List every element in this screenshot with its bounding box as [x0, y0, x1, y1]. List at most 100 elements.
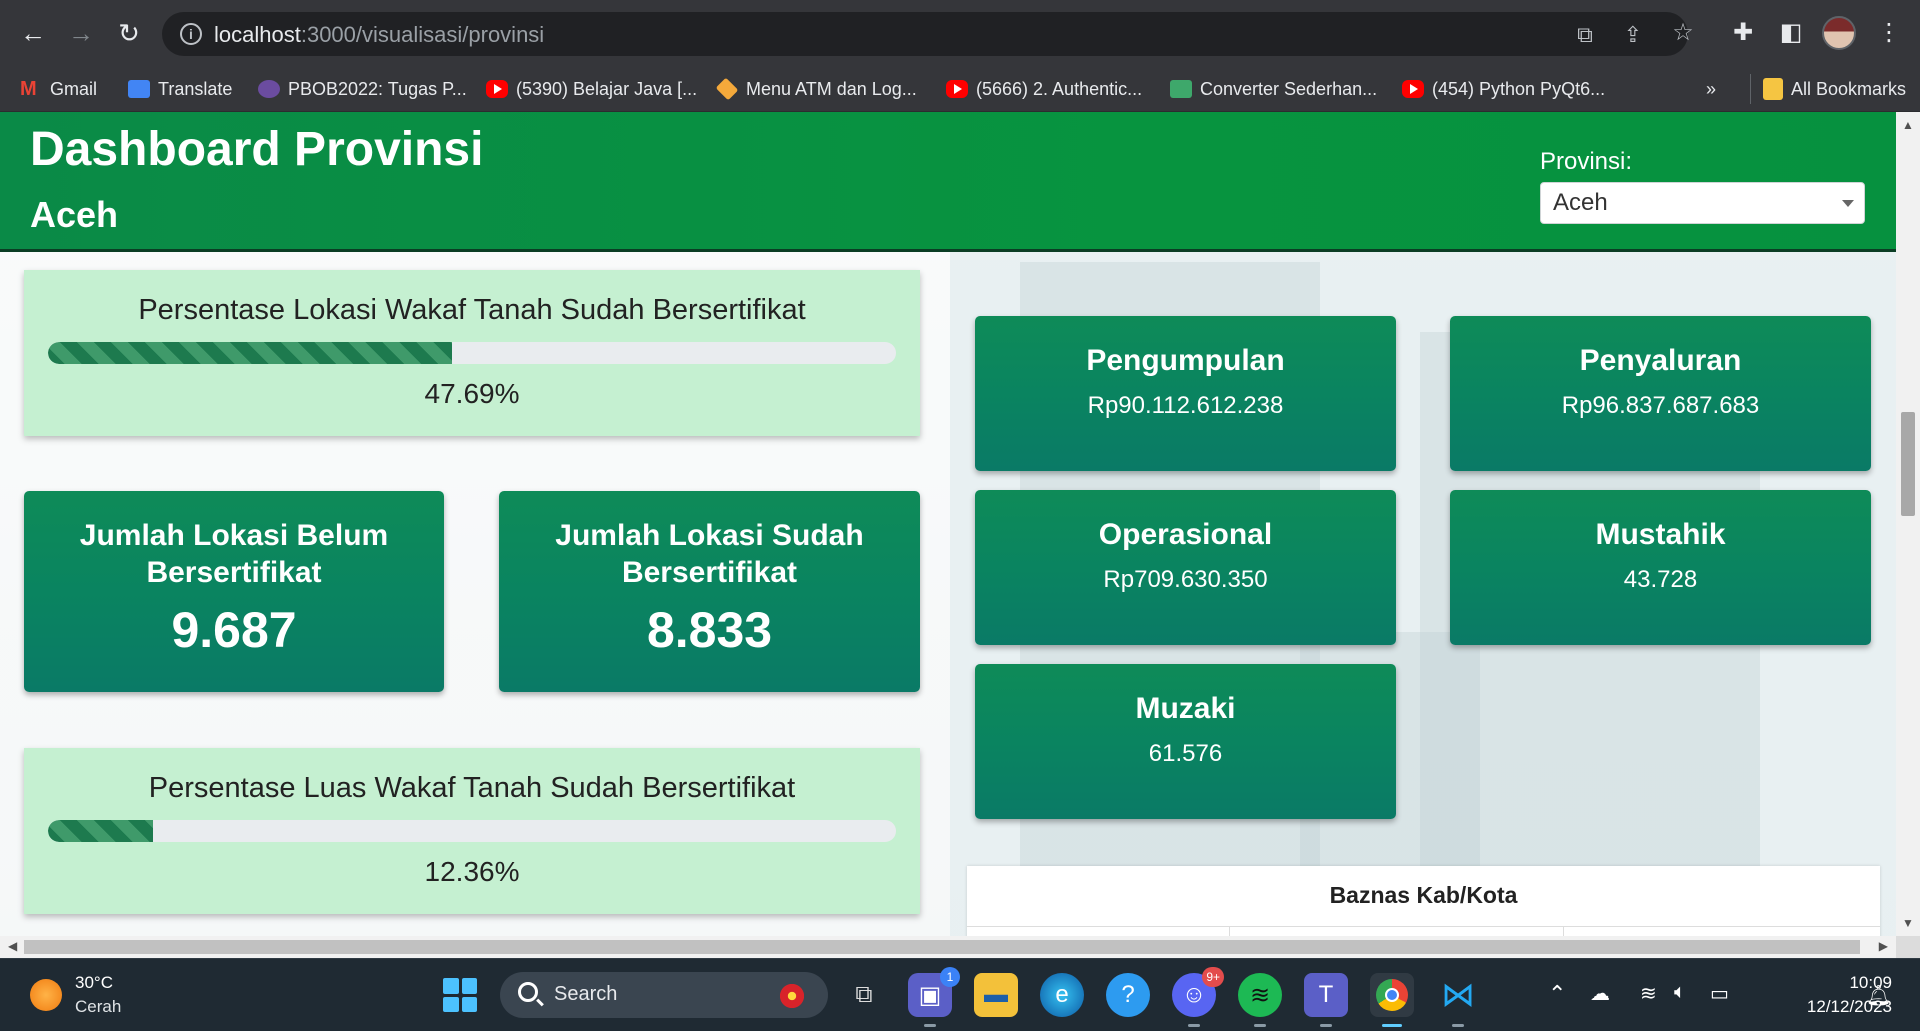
back-arrow-icon[interactable]: ← [14, 14, 52, 52]
luas-progress-title: Persentase Luas Wakaf Tanah Sudah Berser… [148, 772, 796, 804]
site-info-icon[interactable]: i [180, 23, 202, 45]
scroll-corner [1896, 936, 1920, 958]
luas-progress-value: 12.36% [424, 856, 520, 887]
teams-icon[interactable]: T [1304, 973, 1348, 1027]
folder-icon [1763, 78, 1783, 100]
spotify-icon[interactable]: ≋ [1238, 973, 1282, 1027]
youtube-icon [486, 80, 508, 98]
penyaluran-card: Penyaluran Rp96.837.687.683 [1450, 316, 1871, 471]
url-text[interactable]: localhost:3000/visualisasi/provinsi [214, 22, 544, 48]
page-viewport: Dashboard Provinsi Aceh Provinsi: Aceh P… [0, 112, 1896, 936]
bookmark-authentic[interactable]: (5666) 2. Authentic... [946, 74, 1142, 104]
weather-description[interactable]: Cerah [75, 997, 121, 1017]
muzaki-title: Muzaki [1135, 692, 1236, 725]
muzaki-value: 61.576 [1148, 740, 1223, 767]
box-icon [715, 77, 739, 101]
pengumpulan-value: Rp90.112.612.238 [1087, 392, 1284, 419]
menu-kebab-icon[interactable]: ⋮ [1870, 14, 1908, 52]
luas-progress-card: Persentase Luas Wakaf Tanah Sudah Berser… [24, 748, 920, 914]
bookmark-belajar-java[interactable]: (5390) Belajar Java [... [486, 74, 697, 104]
bookmark-menu-atm[interactable]: Menu ATM dan Log... [715, 74, 917, 104]
chrome-logo [1376, 979, 1408, 1011]
search-placeholder: Search [554, 983, 618, 1005]
sudah-card-value: 8.833 [646, 602, 773, 658]
bookmark-gmail[interactable]: M Gmail [20, 74, 97, 104]
start-button[interactable] [438, 973, 482, 1017]
tray-chevron-up-icon[interactable]: ⌃ [1548, 981, 1566, 1007]
onedrive-icon[interactable]: ☁ [1590, 981, 1610, 1006]
mustahik-card: Mustahik 43.728 [1450, 490, 1871, 645]
poinsettia-icon [778, 982, 806, 1010]
vertical-scrollbar[interactable]: ▲ ▼ [1896, 112, 1920, 936]
weather-sun-icon[interactable] [30, 979, 62, 1011]
dashboard-header: Dashboard Provinsi Aceh Provinsi: Aceh [0, 112, 1896, 252]
forward-arrow-icon[interactable]: → [62, 14, 100, 52]
side-panel-icon[interactable]: ◧ [1772, 14, 1810, 52]
operasional-card: Operasional Rp709.630.350 [975, 490, 1396, 645]
pengumpulan-card: Pengumpulan Rp90.112.612.238 [975, 316, 1396, 471]
muzaki-card: Muzaki 61.576 [975, 664, 1396, 819]
search-icon [518, 982, 538, 1002]
translate-icon [128, 80, 150, 98]
scroll-down-arrow-icon[interactable]: ▼ [1902, 916, 1914, 930]
more-bookmarks-button[interactable]: » [1706, 74, 1716, 104]
pengumpulan-title: Pengumpulan [1086, 344, 1285, 377]
wifi-icon[interactable]: ≋ [1640, 981, 1657, 1006]
address-bar[interactable]: i localhost:3000/visualisasi/provinsi ⧉ … [162, 12, 1688, 56]
horizontal-scrollbar[interactable]: ◀ ▶ [0, 936, 1896, 958]
lokasi-progress-bar [48, 342, 896, 364]
windows-taskbar: 30°C Cerah Search ⧉ ▣ 1 ▬ e ? ☺ 9+ ≋ T ⋈ ⌃… [0, 958, 1920, 1031]
chevron-down-icon [1842, 200, 1854, 207]
extensions-puzzle-icon[interactable]: ✚ [1724, 14, 1762, 52]
bookmark-python-pyqt6[interactable]: (454) Python PyQt6... [1402, 74, 1605, 104]
table-column-divider [1229, 926, 1230, 936]
translate-page-icon[interactable]: ⧉ [1572, 22, 1598, 48]
volume-icon[interactable]: 🔈︎ [1674, 981, 1686, 1004]
lokasi-progress-fill [48, 342, 453, 364]
bookmark-pbob[interactable]: PBOB2022: Tugas P... [258, 74, 467, 104]
sudah-bersertifikat-card: Jumlah Lokasi Sudah Bersertifikat 8.833 [499, 491, 920, 692]
table-column-divider [1563, 926, 1564, 936]
baznas-table-title: Baznas Kab/Kota [1329, 882, 1518, 908]
youtube-icon [946, 80, 968, 98]
task-view-icon[interactable]: ⧉ [842, 973, 886, 1017]
profile-avatar[interactable] [1822, 16, 1856, 50]
gmail-icon: M [20, 78, 37, 100]
scroll-left-arrow-icon[interactable]: ◀ [8, 939, 17, 953]
province-label: Provinsi: [1540, 148, 1633, 175]
operasional-title: Operasional [1098, 518, 1273, 551]
luas-progress-fill [48, 820, 153, 842]
bookmark-converter[interactable]: Converter Sederhan... [1170, 74, 1377, 104]
horizontal-scroll-thumb[interactable] [24, 940, 1860, 954]
operasional-value: Rp709.630.350 [1103, 566, 1268, 593]
discord-icon[interactable]: ☺ 9+ [1172, 967, 1224, 1027]
youtube-icon [1402, 80, 1424, 98]
baznas-table: Baznas Kab/Kota [967, 866, 1880, 936]
chrome-icon[interactable] [1370, 973, 1414, 1027]
bookmark-star-icon[interactable]: ☆ [1664, 14, 1702, 52]
notification-bell-icon[interactable]: 🔔︎ [1866, 983, 1891, 1008]
bookmark-translate[interactable]: Translate [128, 74, 232, 104]
reload-icon[interactable]: ↻ [110, 14, 148, 52]
weather-temperature[interactable]: 30°C [75, 973, 113, 993]
mustahik-value: 43.728 [1623, 566, 1698, 593]
lokasi-progress-card: Persentase Lokasi Wakaf Tanah Sudah Bers… [24, 270, 920, 436]
browser-toolbar: ← → ↻ i localhost:3000/visualisasi/provi… [0, 0, 1920, 66]
share-icon[interactable]: ⇪ [1620, 22, 1646, 48]
battery-icon[interactable]: ▭ [1710, 981, 1729, 1006]
teams-chat-icon[interactable]: ▣ 1 [908, 967, 960, 1027]
all-bookmarks-button[interactable]: All Bookmarks [1750, 74, 1906, 104]
province-select[interactable]: Aceh [1540, 182, 1865, 224]
file-explorer-icon[interactable]: ▬ [974, 973, 1018, 1017]
belum-card-title: Jumlah Lokasi Belum Bersertifikat [79, 519, 389, 589]
vscode-icon[interactable]: ⋈ [1436, 973, 1480, 1027]
mustahik-title: Mustahik [1595, 518, 1726, 551]
scroll-right-arrow-icon[interactable]: ▶ [1879, 939, 1888, 953]
edge-browser-icon[interactable]: e [1040, 973, 1084, 1017]
taskbar-search[interactable]: Search [500, 972, 828, 1018]
help-icon[interactable]: ? [1106, 973, 1150, 1017]
scroll-up-arrow-icon[interactable]: ▲ [1902, 118, 1914, 132]
vertical-scroll-thumb[interactable] [1901, 412, 1915, 516]
table-header-divider [967, 926, 1880, 927]
province-select-value: Aceh [1553, 189, 1608, 216]
